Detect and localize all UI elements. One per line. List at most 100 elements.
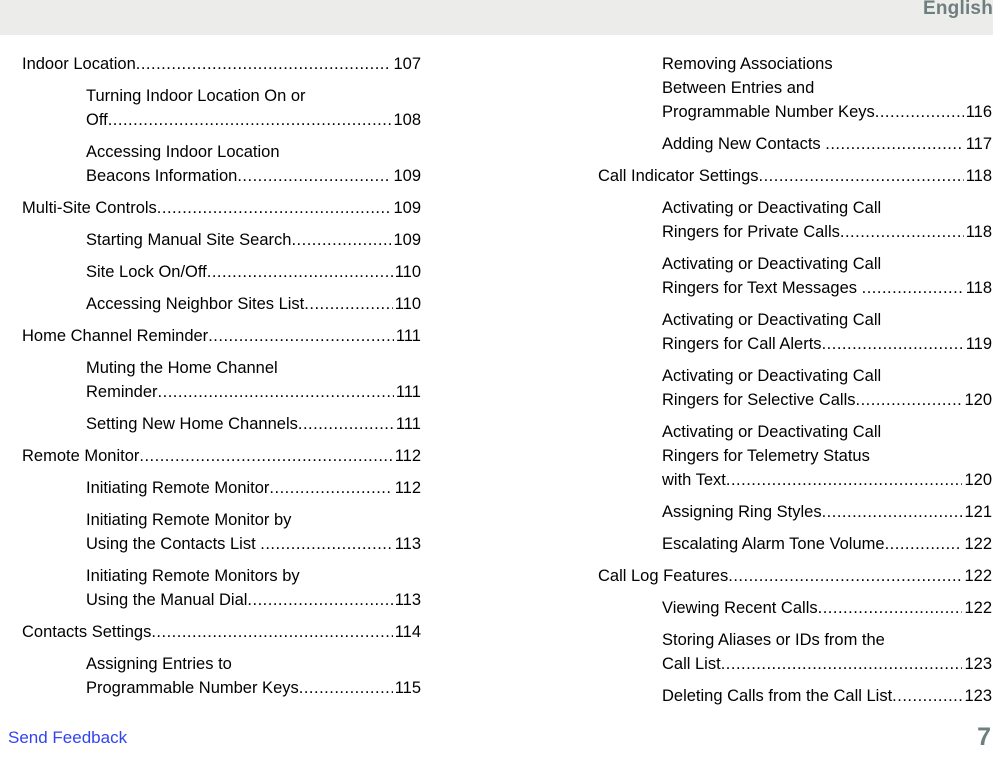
toc-entry-title-line: Ringers for Selective Calls bbox=[662, 391, 856, 409]
toc-entry-page-number: 123 bbox=[964, 655, 992, 673]
toc-entry-title-line: Call List bbox=[662, 655, 721, 673]
toc-entry-leader-line: Site Lock On/Off 110 bbox=[86, 260, 421, 284]
toc-entry-title-line: Initiating Remote Monitor bbox=[86, 479, 270, 497]
toc-entry-leader-line: Multi-Site Controls 109 bbox=[22, 196, 421, 220]
toc-entry[interactable]: Call Log Features 122 bbox=[598, 564, 992, 588]
toc-entry-title-line: Off bbox=[86, 111, 108, 129]
toc-entry-title-line: Remote Monitor bbox=[22, 447, 140, 465]
toc-dot-leader bbox=[299, 676, 393, 700]
toc-entry-title-line: Activating or Deactivating Call bbox=[662, 311, 882, 329]
toc-entry-title-line: Indoor Location bbox=[22, 55, 136, 73]
toc-entry[interactable]: Storing Aliases or IDs from the Call List… bbox=[598, 628, 992, 676]
toc-entry-leader-line: Ringers for Private Calls 118 bbox=[662, 220, 992, 244]
toc-entry-page-number: 111 bbox=[395, 327, 421, 345]
toc-entry-leader-line: Indoor Location 107 bbox=[22, 52, 421, 76]
toc-dot-leader bbox=[875, 100, 964, 124]
toc-entry-page-number: 118 bbox=[965, 167, 992, 185]
toc-entry-leader-line: Beacons Information 109 bbox=[86, 164, 421, 188]
toc-entry-title-line: Using the Contacts List bbox=[86, 535, 256, 553]
toc-entry-page-number: 111 bbox=[395, 383, 421, 401]
toc-entry-title-line: Activating or Deactivating Call bbox=[662, 199, 882, 217]
toc-entry[interactable]: Assigning Ring Styles 121 bbox=[598, 500, 992, 524]
toc-entry[interactable]: Initiating Remote Monitors by Using the M… bbox=[22, 564, 421, 612]
toc-entry-title-line: Viewing Recent Calls bbox=[662, 599, 818, 617]
toc-entry-page-number: 114 bbox=[394, 623, 421, 641]
toc-entry[interactable]: Deleting Calls from the Call List 123 bbox=[598, 684, 992, 708]
toc-entry-leader-line: Initiating Remote Monitor 112 bbox=[86, 476, 421, 500]
page-footer: Send Feedback 7 bbox=[0, 720, 993, 762]
toc-entry[interactable]: Assigning Entries to Programmable Number … bbox=[22, 652, 421, 700]
toc-entry-leader-line: Call Indicator Settings 118 bbox=[598, 164, 992, 188]
toc-entry-title-line: with Text bbox=[662, 471, 726, 489]
toc-entry-leader-line: Programmable Number Keys 115 bbox=[86, 676, 421, 700]
toc-entry[interactable]: Call Indicator Settings 118 bbox=[598, 164, 992, 188]
toc-entry[interactable]: Setting New Home Channels 111 bbox=[22, 412, 421, 436]
toc-dot-leader bbox=[269, 476, 392, 500]
toc-entry[interactable]: Initiating Remote Monitor by Using the Co… bbox=[22, 508, 421, 556]
toc-dot-leader bbox=[822, 332, 964, 356]
toc-entry[interactable]: Escalating Alarm Tone Volume 122 bbox=[598, 532, 992, 556]
toc-entry[interactable]: Home Channel Reminder 111 bbox=[22, 324, 421, 348]
toc-entry[interactable]: Activating or Deactivating Call Ringers f… bbox=[598, 364, 992, 412]
toc-entry-title-line: Setting New Home Channels bbox=[86, 415, 298, 433]
toc-entry-page-number: 122 bbox=[964, 535, 992, 553]
send-feedback-link[interactable]: Send Feedback bbox=[8, 727, 127, 749]
toc-entry-title-line: Assigning Ring Styles bbox=[662, 503, 822, 521]
toc-entry[interactable]: Turning Indoor Location On or Off 108 bbox=[22, 84, 421, 132]
toc-entry-page-number: 110 bbox=[394, 295, 421, 313]
toc-entry-title-line: Call Log Features bbox=[598, 567, 729, 585]
toc-entry-leader-line: Using the Manual Dial 113 bbox=[86, 588, 421, 612]
toc-dot-leader bbox=[856, 388, 963, 412]
toc-entry[interactable]: Multi-Site Controls 109 bbox=[22, 196, 421, 220]
toc-dot-leader bbox=[822, 500, 963, 524]
toc-entry[interactable]: Contacts Settings 114 bbox=[22, 620, 421, 644]
toc-entry[interactable]: Muting the Home Channel Reminder 111 bbox=[22, 356, 421, 404]
toc-entry-page-number: 107 bbox=[393, 55, 421, 73]
toc-entry[interactable]: Activating or Deactivating Call Ringers f… bbox=[598, 308, 992, 356]
toc-entry[interactable]: Activating or Deactivating Call Ringers f… bbox=[598, 420, 992, 492]
toc-entry-page-number: 118 bbox=[965, 223, 992, 241]
toc-entry[interactable]: Activating or Deactivating Call Ringers f… bbox=[598, 252, 992, 300]
toc-dot-leader bbox=[108, 108, 392, 132]
toc-dot-leader bbox=[298, 412, 394, 436]
toc-entry-leader-line: Viewing Recent Calls 122 bbox=[662, 596, 992, 620]
toc-entry[interactable]: Initiating Remote Monitor 112 bbox=[22, 476, 421, 500]
toc-entry-leader-line: Programmable Number Keys 116 bbox=[662, 100, 992, 124]
toc-entry[interactable]: Accessing Indoor Location Beacons Informa… bbox=[22, 140, 421, 188]
toc-entry[interactable]: Viewing Recent Calls 122 bbox=[598, 596, 992, 620]
toc-dot-leader bbox=[158, 380, 394, 404]
toc-dot-leader bbox=[825, 132, 963, 156]
toc-entry-title-line: Accessing Indoor Location bbox=[86, 143, 280, 161]
toc-entry-leader-line: Home Channel Reminder 111 bbox=[22, 324, 421, 348]
toc-entry[interactable]: Removing Associations Between Entries and… bbox=[598, 52, 992, 124]
toc-entry-title-line: Reminder bbox=[86, 383, 158, 401]
toc-entry-title-line: Deleting Calls from the Call List bbox=[662, 687, 893, 705]
toc-entry-leader-line: Remote Monitor 112 bbox=[22, 444, 421, 468]
toc-entry-title-line: Beacons Information bbox=[86, 167, 238, 185]
toc-entry[interactable]: Indoor Location 107 bbox=[22, 52, 421, 76]
toc-entry-title-line: Ringers for Call Alerts bbox=[662, 335, 822, 353]
toc-entry-leader-line: Ringers for Call Alerts 119 bbox=[662, 332, 992, 356]
toc-dot-leader bbox=[885, 532, 963, 556]
toc-dot-leader bbox=[726, 468, 963, 492]
toc-entry[interactable]: Remote Monitor 112 bbox=[22, 444, 421, 468]
toc-entry[interactable]: Site Lock On/Off 110 bbox=[22, 260, 421, 284]
toc-entry-page-number: 113 bbox=[394, 535, 421, 553]
toc-entry-title-line: Turning Indoor Location On or bbox=[86, 87, 306, 105]
toc-entry[interactable]: Accessing Neighbor Sites List 110 bbox=[22, 292, 421, 316]
toc-entry[interactable]: Adding New Contacts 117 bbox=[598, 132, 992, 156]
toc-entry[interactable]: Activating or Deactivating Call Ringers f… bbox=[598, 196, 992, 244]
toc-entry-leader-line: Ringers for Selective Calls 120 bbox=[662, 388, 992, 412]
toc-entry-leader-line: Escalating Alarm Tone Volume 122 bbox=[662, 532, 992, 556]
toc-dot-leader bbox=[304, 292, 392, 316]
toc-entry-leader-line: with Text 120 bbox=[662, 468, 992, 492]
toc-entry-page-number: 110 bbox=[394, 263, 421, 281]
toc-entry-title-line: Accessing Neighbor Sites List bbox=[86, 295, 305, 313]
toc-dot-leader bbox=[139, 444, 392, 468]
toc-entry-title-line: Ringers for Text Messages bbox=[662, 279, 858, 297]
toc-entry-page-number: 109 bbox=[393, 231, 421, 249]
toc-entry[interactable]: Starting Manual Site Search 109 bbox=[22, 228, 421, 252]
toc-dot-leader bbox=[721, 652, 963, 676]
toc-dot-leader bbox=[728, 564, 962, 588]
toc-dot-leader bbox=[136, 52, 392, 76]
